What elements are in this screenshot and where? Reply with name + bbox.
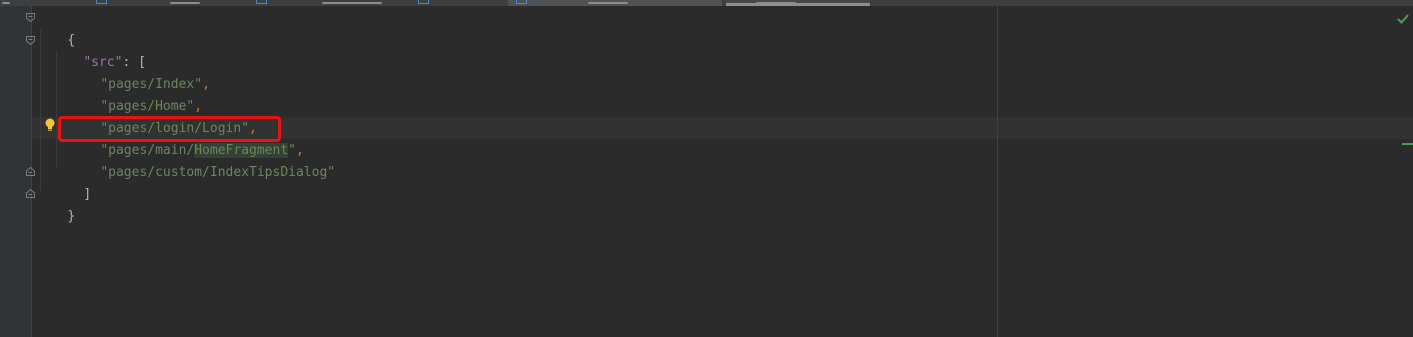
- code-editor[interactable]: { "src": [ "pages/Index", "pages/Home", …: [32, 6, 1413, 337]
- tab-label-stub: [2, 2, 10, 4]
- json-file-icon: [256, 0, 267, 4]
- code-line: {: [36, 8, 75, 48]
- json-string: "pages/custom/IndexTipsDialog": [100, 165, 336, 180]
- close-brace: }: [67, 209, 76, 224]
- close-bracket: ]: [83, 187, 92, 202]
- lightbulb-icon[interactable]: [44, 118, 56, 132]
- scrollbar-change-marker[interactable]: [1402, 143, 1413, 145]
- code-line: "pages/Home",: [69, 74, 202, 114]
- code-line: "pages/login/Login",: [69, 96, 257, 136]
- tab-label-stub: [170, 2, 200, 4]
- code-line: "pages/Index",: [69, 52, 210, 92]
- tab-label-stub: [756, 2, 796, 4]
- tab-label-stub: [322, 2, 382, 4]
- json-file-icon: [96, 0, 107, 4]
- check-icon[interactable]: [1396, 12, 1410, 26]
- json-file-icon: [516, 0, 527, 4]
- tab-label-stub: [588, 2, 628, 4]
- code-line: "pages/custom/IndexTipsDialog": [69, 140, 335, 180]
- code-line: "src": [: [52, 30, 146, 70]
- code-line: ]: [52, 162, 91, 202]
- annotation-highlight-box: [58, 116, 281, 142]
- comma: ,: [202, 77, 210, 92]
- json-file-icon: [418, 0, 429, 4]
- code-line: }: [36, 184, 75, 224]
